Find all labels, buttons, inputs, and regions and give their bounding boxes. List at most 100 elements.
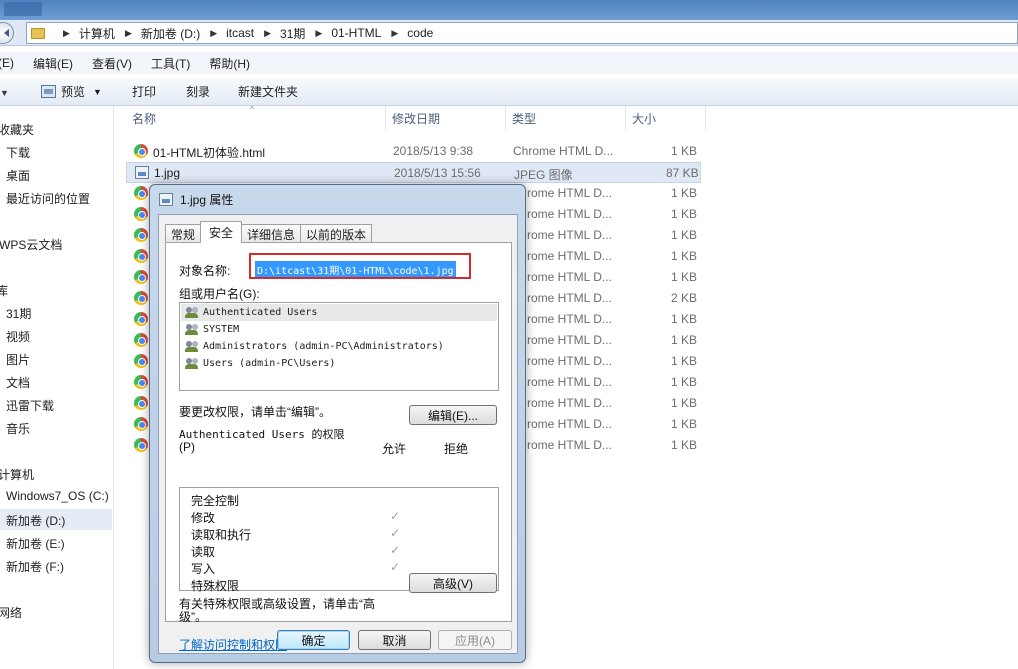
chevron-down-icon[interactable]: ▼ — [0, 88, 9, 98]
properties-dialog: 1.jpg 属性 常规 安全 详细信息 以前的版本 对象名称: D:\itcas… — [149, 184, 526, 663]
permission-name: 特殊权限 — [191, 579, 240, 593]
file-size: 2 KB — [671, 291, 698, 305]
file-size: 1 KB — [671, 312, 698, 326]
chevron-right-icon[interactable]: ▶ — [391, 28, 398, 39]
tab-general[interactable]: 常规 — [165, 224, 202, 243]
chevron-down-icon: ▼ — [93, 86, 102, 97]
ok-button[interactable]: 确定 — [277, 630, 350, 650]
object-name-label: 对象名称: — [179, 264, 231, 278]
chrome-icon — [134, 312, 148, 326]
file-size: 1 KB — [671, 228, 698, 242]
back-button[interactable] — [0, 22, 14, 44]
breadcrumb-31[interactable]: 31期 — [280, 25, 305, 42]
sidebar-item-drive-c[interactable]: Windows7_OS (C:) — [6, 489, 109, 503]
file-size: 1 KB — [671, 186, 698, 200]
file-row-selected[interactable]: 1.jpg 2018/5/13 15:56 JPEG 图像 87 KB — [126, 162, 701, 183]
preview-button[interactable]: 预览 ▼ — [41, 83, 102, 100]
column-header-type[interactable]: 类型 — [506, 106, 626, 130]
user-group-icon — [185, 323, 200, 336]
permission-name: 修改 — [191, 511, 216, 525]
sidebar-item-music[interactable]: 音乐 — [6, 420, 30, 437]
security-tab-pane: 对象名称: D:\itcast\31期\01-HTML\code\1.jpg 组… — [165, 242, 512, 652]
breadcrumb-01-html[interactable]: 01-HTML — [331, 26, 381, 40]
breadcrumb-itcast[interactable]: itcast — [226, 26, 254, 40]
breadcrumb-computer[interactable]: 计算机 — [79, 25, 115, 42]
user-row[interactable]: SYSTEM — [181, 321, 497, 338]
sidebar-item-desktop[interactable]: 桌面 — [6, 167, 30, 184]
chrome-icon — [134, 207, 148, 221]
permissions-accesskey: (P) — [179, 440, 195, 454]
dialog-title-bar[interactable]: 1.jpg 属性 — [159, 191, 233, 208]
new-folder-button[interactable]: 新建文件夹 — [238, 83, 298, 100]
sidebar-item-network[interactable]: 网络 — [0, 604, 22, 621]
permissions-header: Authenticated Users 的权限 — [179, 428, 345, 441]
file-size: 1 KB — [671, 207, 698, 221]
file-type: rome HTML D... — [527, 375, 612, 389]
user-row[interactable]: Users (admin-PC\Users) — [181, 355, 497, 372]
tab-security[interactable]: 安全 — [200, 221, 243, 243]
chevron-right-icon[interactable]: ▶ — [315, 28, 322, 39]
sidebar-item-drive-f[interactable]: 新加卷 (F:) — [6, 558, 64, 575]
tab-details[interactable]: 详细信息 — [241, 224, 302, 243]
sidebar-item-drive-e[interactable]: 新加卷 (E:) — [6, 535, 65, 552]
column-header-date[interactable]: 修改日期 — [386, 106, 506, 130]
chrome-icon — [134, 375, 148, 389]
file-type: Chrome HTML D... — [513, 144, 614, 158]
file-type: rome HTML D... — [527, 186, 612, 200]
menu-file[interactable]: (E) — [0, 56, 14, 70]
chevron-right-icon[interactable]: ▶ — [125, 28, 132, 39]
menu-help[interactable]: 帮助(H) — [209, 55, 250, 72]
sidebar-item-computer[interactable]: 计算机 — [0, 466, 34, 483]
dialog-title: 1.jpg 属性 — [180, 193, 234, 207]
edit-button[interactable]: 编辑(E)... — [409, 405, 497, 425]
address-bar[interactable]: ▶ 计算机 ▶ 新加卷 (D:) ▶ itcast ▶ 31期 ▶ 01-HTM… — [26, 22, 1018, 44]
burn-button[interactable]: 刻录 — [186, 83, 210, 100]
file-size: 1 KB — [671, 438, 698, 452]
user-row[interactable]: Administrators (admin-PC\Administrators) — [181, 338, 497, 355]
chevron-right-icon[interactable]: ▶ — [210, 28, 217, 39]
sidebar-item-videos[interactable]: 视频 — [6, 328, 30, 345]
user-name: Users (admin-PC\Users) — [203, 358, 336, 369]
cancel-button[interactable]: 取消 — [358, 630, 431, 650]
groups-label: 组或用户名(G): — [179, 287, 260, 301]
menu-tools[interactable]: 工具(T) — [151, 55, 190, 72]
sidebar-item-31[interactable]: 31期 — [6, 305, 31, 322]
sidebar-item-drive-d[interactable]: 新加卷 (D:) — [0, 509, 112, 530]
user-row[interactable]: Authenticated Users — [181, 304, 497, 321]
file-row[interactable]: 01-HTML初体验.html 2018/5/13 9:38 Chrome HT… — [128, 141, 703, 162]
column-header-size[interactable]: 大小 — [626, 106, 706, 130]
sidebar-item-thunder[interactable]: 迅雷下载 — [6, 397, 54, 414]
file-type: rome HTML D... — [527, 333, 612, 347]
sidebar-item-favorites[interactable]: 收藏夹 — [0, 121, 34, 138]
learn-access-control-link[interactable]: 了解访问控制和权限 — [179, 636, 287, 653]
change-permissions-text: 要更改权限，请单击“编辑”。 — [179, 405, 331, 419]
advanced-button[interactable]: 高级(V) — [409, 573, 497, 593]
breadcrumb-code[interactable]: code — [407, 26, 433, 40]
chrome-icon — [134, 396, 148, 410]
sidebar-item-libraries[interactable]: 库 — [0, 282, 8, 299]
chevron-right-icon[interactable]: ▶ — [63, 28, 70, 39]
preview-icon — [41, 85, 56, 98]
menu-view[interactable]: 查看(V) — [92, 55, 132, 72]
sidebar-item-recent[interactable]: 最近访问的位置 — [6, 190, 90, 207]
user-list[interactable]: Authenticated Users SYSTEM Administrator… — [179, 302, 499, 391]
sidebar-item-wps[interactable]: WPS云文档 — [0, 236, 62, 253]
sidebar-item-documents[interactable]: 文档 — [6, 374, 30, 391]
breadcrumb-drive-d[interactable]: 新加卷 (D:) — [141, 25, 200, 42]
chevron-right-icon[interactable]: ▶ — [264, 28, 271, 39]
taskbar-fragment — [4, 2, 42, 16]
apply-button[interactable]: 应用(A) — [438, 630, 512, 650]
file-size: 1 KB — [671, 333, 698, 347]
chrome-icon — [134, 249, 148, 263]
sidebar-item-downloads[interactable]: 下载 — [6, 144, 30, 161]
menu-edit[interactable]: 编辑(E) — [33, 55, 73, 72]
file-name: 1.jpg — [154, 166, 181, 180]
file-type: rome HTML D... — [527, 396, 612, 410]
file-type: rome HTML D... — [527, 354, 612, 368]
column-header-name[interactable]: 名称 — [126, 106, 386, 130]
print-button[interactable]: 打印 — [132, 83, 156, 100]
sidebar-item-pictures[interactable]: 图片 — [6, 351, 30, 368]
file-type: rome HTML D... — [527, 270, 612, 284]
tab-previous-versions[interactable]: 以前的版本 — [300, 224, 373, 243]
file-size: 1 KB — [671, 396, 698, 410]
